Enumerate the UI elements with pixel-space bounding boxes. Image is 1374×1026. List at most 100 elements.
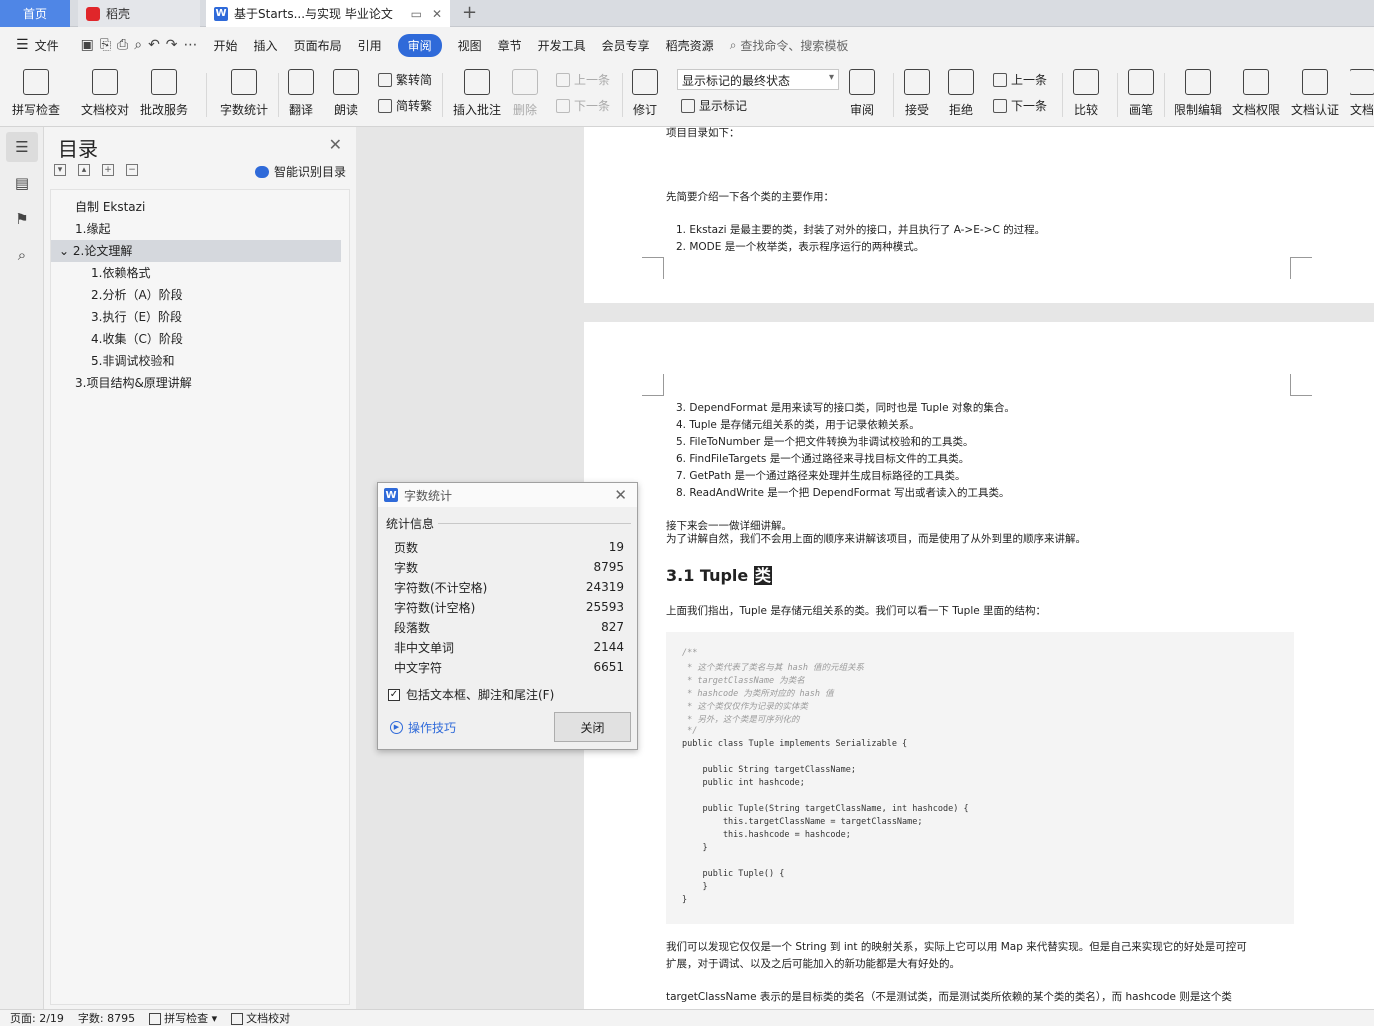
export-icon[interactable]: ⎘ xyxy=(100,37,111,53)
toc-nav-icon[interactable]: ☰ xyxy=(6,132,38,162)
tab-daoke[interactable]: 稻壳 xyxy=(78,0,200,27)
word-count-dialog: W 字数统计 ✕ 统计信息 页数 19 字数 8795 字符数(不计空格) 24319 字符… xyxy=(377,482,638,750)
chapter-nav-icon[interactable]: ▤ xyxy=(12,173,32,193)
toc-item[interactable]: 2.分析（A）阶段 xyxy=(51,284,349,306)
ribbon-separator xyxy=(1062,73,1063,117)
checkbox-checked-icon[interactable]: ✓ xyxy=(388,688,400,701)
menu-item-daoke-resources[interactable]: 稻壳资源 xyxy=(666,37,714,54)
status-spell-check[interactable]: 拼写检查 ▾ xyxy=(149,1010,217,1026)
menu-file[interactable]: 文件 xyxy=(35,37,59,54)
accept-button[interactable]: 接受 xyxy=(904,69,930,118)
restrict-edit-label: 限制编辑 xyxy=(1174,103,1223,117)
expand-all-icon[interactable]: ▾ xyxy=(54,164,66,176)
tips-link[interactable]: ▶ 操作技巧 xyxy=(390,719,456,736)
new-tab-plus-icon[interactable]: + xyxy=(462,2,477,23)
tab-document[interactable]: W 基于Starts...与实现 毕业论文 ▭ ✕ xyxy=(206,0,450,27)
markup-state-select[interactable]: 显示标记的最终状态 xyxy=(677,69,839,90)
add-level-icon[interactable]: + xyxy=(102,164,114,176)
menu-item-member[interactable]: 会员专享 xyxy=(602,37,650,54)
page-indicator[interactable]: 页面: 2/19 xyxy=(10,1010,64,1026)
word-count-button[interactable]: 字数统计 xyxy=(220,69,268,118)
toc-item[interactable]: 1.依赖格式 xyxy=(51,262,349,284)
dialog-titlebar[interactable]: W 字数统计 xyxy=(378,483,637,507)
close-icon[interactable]: ✕ xyxy=(329,135,342,154)
doc-proof-button[interactable]: 文档校对 xyxy=(81,69,129,118)
compare-button[interactable]: 比较 xyxy=(1073,69,1099,118)
document-page-1[interactable]: 项目目录如下： 先简要介绍一下各个类的主要作用： 1. Ekstazi 是最主要… xyxy=(584,127,1374,303)
selected-text[interactable]: 类 xyxy=(753,566,772,585)
undo-icon[interactable]: ↶ xyxy=(148,37,160,53)
toc-item[interactable]: 5.非调试校验和 xyxy=(51,350,349,372)
toc-item[interactable]: 自制 Ekstazi xyxy=(51,196,349,218)
more-icon[interactable]: ⋯ xyxy=(184,37,198,53)
tab-restore-icon[interactable]: ▭ xyxy=(411,7,422,21)
restrict-edit-button[interactable]: 限制编辑 xyxy=(1174,69,1222,118)
redo-icon[interactable]: ↷ xyxy=(166,37,178,53)
word-indicator[interactable]: 字数: 8795 xyxy=(78,1010,135,1026)
menu-item-layout[interactable]: 页面布局 xyxy=(294,37,342,54)
compare-label: 比较 xyxy=(1073,103,1098,117)
toc-item[interactable]: 3.执行（E）阶段 xyxy=(51,306,349,328)
prev-change-label: 上一条 xyxy=(1011,73,1048,87)
insert-comment-button[interactable]: 插入批注 xyxy=(453,69,501,118)
pen-button[interactable]: 画笔 xyxy=(1128,69,1154,118)
smart-toc-button[interactable]: 智能识别目录 xyxy=(254,163,346,180)
revise-button[interactable]: 修订 xyxy=(632,69,658,118)
bookmark-icon[interactable]: ⚑ xyxy=(12,209,32,229)
preview-icon[interactable]: ⌕ xyxy=(134,37,142,53)
status-doc-proof[interactable]: 文档校对 xyxy=(231,1010,290,1026)
review-service-button[interactable]: 批改服务 xyxy=(140,69,188,118)
include-textbox-checkbox[interactable]: ✓ 包括文本框、脚注和尾注(F) xyxy=(388,686,554,703)
code-line: } xyxy=(682,882,708,892)
menu-item-reference[interactable]: 引用 xyxy=(358,37,382,54)
print-icon[interactable]: ⎙ xyxy=(117,37,128,53)
menu-item-insert[interactable]: 插入 xyxy=(254,37,278,54)
revise-label: 修订 xyxy=(632,103,657,117)
tips-label: 操作技巧 xyxy=(408,721,457,735)
chevron-down-icon[interactable]: ⌄ xyxy=(59,244,73,258)
menu-item-review[interactable]: 审阅 xyxy=(397,33,442,57)
hamburger-icon[interactable]: ☰ xyxy=(16,37,29,53)
doc-certify-button[interactable]: 文档认证 xyxy=(1291,69,1339,118)
toc-item[interactable]: 3.项目结构&原理讲解 xyxy=(51,372,349,394)
review-pane-button[interactable]: 审阅 xyxy=(849,69,875,118)
prev-change-button[interactable]: 上一条 xyxy=(993,71,1047,88)
document-page-2[interactable]: 3. DependFormat 是用来读写的接口类，同时也是 Tuple 对象的… xyxy=(584,322,1374,1009)
show-markup-button[interactable]: 显示标记 xyxy=(681,97,747,114)
toc-tools: ▾ ▴ + − xyxy=(54,164,138,176)
menu-item-start[interactable]: 开始 xyxy=(214,37,238,54)
next-change-icon xyxy=(993,98,1007,113)
toc-item[interactable]: 1.缘起 xyxy=(51,218,349,240)
prev-comment-button[interactable]: 上一条 xyxy=(556,71,610,88)
certify-icon xyxy=(1302,69,1328,95)
menu-item-chapter[interactable]: 章节 xyxy=(498,37,522,54)
delete-comment-button[interactable]: 删除 xyxy=(512,69,538,118)
toc-panel: 目录 ✕ ▾ ▴ + − 智能识别目录 自制 Ekstazi 1.缘起 ⌄ 2.论文… xyxy=(44,127,356,1009)
next-comment-button[interactable]: 下一条 xyxy=(556,97,610,114)
stats-label: 中文字符 xyxy=(394,660,443,675)
remove-level-icon[interactable]: − xyxy=(126,164,138,176)
simp-to-trad-button[interactable]: 简转繁 xyxy=(378,97,432,114)
toc-item[interactable]: ⌄ 2.论文理解 xyxy=(51,240,341,262)
read-aloud-button[interactable]: 朗读 xyxy=(333,69,359,118)
translate-button[interactable]: 翻译 xyxy=(288,69,314,118)
spell-check-button[interactable]: 拼写检查 xyxy=(12,69,60,118)
close-button[interactable]: 关闭 xyxy=(554,712,631,742)
menu-item-devtools[interactable]: 开发工具 xyxy=(538,37,586,54)
tab-close-icon[interactable]: ✕ xyxy=(432,7,442,21)
stats-label: 页数 xyxy=(394,540,419,555)
command-search[interactable]: ⌕ 查找命令、搜索模板 xyxy=(730,37,849,54)
toc-item[interactable]: 4.收集（C）阶段 xyxy=(51,328,349,350)
collapse-all-icon[interactable]: ▴ xyxy=(78,164,90,176)
menu-item-view[interactable]: 视图 xyxy=(458,37,482,54)
close-icon[interactable]: ✕ xyxy=(614,486,627,504)
trad-to-simp-button[interactable]: 繁转简 xyxy=(378,71,432,88)
search-nav-icon[interactable]: ⌕ xyxy=(12,245,32,265)
doc-more-button[interactable]: 文档 xyxy=(1350,69,1374,118)
tab-home[interactable]: 首页 xyxy=(0,0,70,27)
next-change-button[interactable]: 下一条 xyxy=(993,97,1047,114)
doc-line: 项目目录如下： xyxy=(666,127,740,139)
reject-button[interactable]: 拒绝 xyxy=(948,69,974,118)
save-icon[interactable]: ▣ xyxy=(81,37,94,53)
doc-permission-button[interactable]: 文档权限 xyxy=(1232,69,1280,118)
